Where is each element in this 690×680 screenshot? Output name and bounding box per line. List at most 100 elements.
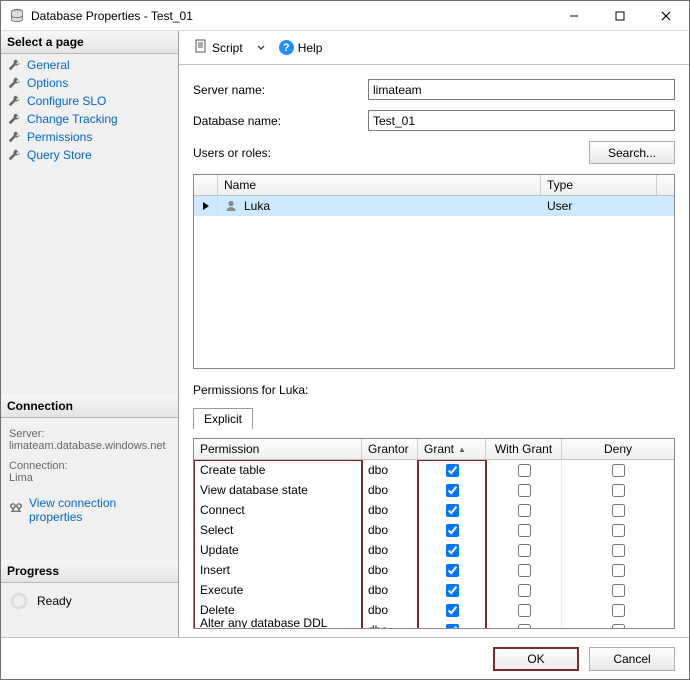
window-title: Database Properties - Test_01 [31, 9, 193, 23]
perm-cell-permission: Alter any database DDL trigger [194, 620, 362, 628]
row-indicator-icon [203, 202, 209, 210]
main-panel: Script ? Help Server name: Database name… [179, 31, 689, 637]
sidebar-item-general[interactable]: General [1, 56, 178, 74]
checkbox[interactable] [446, 624, 459, 629]
connection-value: Lima [9, 472, 170, 484]
connection-header: Connection [1, 395, 178, 418]
checkbox[interactable] [446, 544, 459, 557]
sidebar-item-label[interactable]: Permissions [27, 130, 92, 144]
checkbox[interactable] [612, 544, 625, 557]
perm-cell-deny [562, 500, 674, 520]
perm-cell-grant [418, 520, 486, 540]
perm-cell-grantor: dbo [362, 460, 418, 480]
checkbox[interactable] [612, 464, 625, 477]
user-icon [224, 199, 238, 213]
checkbox[interactable] [518, 464, 531, 477]
sidebar-item-change-tracking[interactable]: Change Tracking [1, 110, 178, 128]
checkbox[interactable] [446, 584, 459, 597]
checkbox[interactable] [518, 624, 531, 629]
checkbox[interactable] [612, 484, 625, 497]
perm-col-deny[interactable]: Deny [562, 439, 674, 459]
search-button[interactable]: Search... [589, 141, 675, 164]
users-grid: Name Type LukaUser [193, 174, 675, 369]
script-dropdown[interactable] [254, 40, 268, 56]
checkbox[interactable] [612, 624, 625, 629]
perm-cell-grant [418, 580, 486, 600]
checkbox[interactable] [446, 604, 459, 617]
view-connection-properties[interactable]: View connection properties [1, 490, 178, 530]
tab-explicit[interactable]: Explicit [193, 408, 253, 429]
perm-cell-with-grant [486, 560, 562, 580]
perm-col-with-grant[interactable]: With Grant [486, 439, 562, 459]
users-row[interactable]: LukaUser [194, 196, 674, 216]
sidebar-item-label[interactable]: Options [27, 76, 68, 90]
connection-icon [9, 502, 23, 519]
perm-cell-grantor: dbo [362, 500, 418, 520]
users-or-roles-label: Users or roles: [193, 146, 271, 160]
perm-cell-permission: Execute [194, 580, 362, 600]
sidebar-item-label[interactable]: Change Tracking [27, 112, 118, 126]
checkbox[interactable] [612, 604, 625, 617]
checkbox[interactable] [518, 564, 531, 577]
checkbox[interactable] [518, 544, 531, 557]
checkbox[interactable] [446, 484, 459, 497]
checkbox[interactable] [446, 504, 459, 517]
sidebar-item-label[interactable]: General [27, 58, 70, 72]
perm-cell-with-grant [486, 480, 562, 500]
perm-cell-permission: Select [194, 520, 362, 540]
perm-cell-grant [418, 500, 486, 520]
sidebar-item-options[interactable]: Options [1, 74, 178, 92]
perm-cell-grant [418, 540, 486, 560]
chevron-down-icon [257, 44, 265, 52]
checkbox[interactable] [518, 604, 531, 617]
perm-cell-deny [562, 600, 674, 620]
perm-cell-with-grant [486, 600, 562, 620]
permissions-for-label: Permissions for Luka: [193, 383, 675, 397]
users-col-name[interactable]: Name [218, 175, 541, 195]
server-name-input[interactable] [368, 79, 675, 100]
perm-cell-deny [562, 620, 674, 628]
close-button[interactable] [643, 1, 689, 31]
perm-cell-grant [418, 480, 486, 500]
checkbox[interactable] [446, 464, 459, 477]
script-icon [194, 39, 208, 56]
checkbox[interactable] [612, 524, 625, 537]
perm-cell-grant [418, 620, 486, 628]
cancel-button[interactable]: Cancel [589, 647, 675, 671]
perm-col-grant[interactable]: Grant▲ [418, 439, 486, 459]
checkbox[interactable] [612, 584, 625, 597]
checkbox[interactable] [518, 584, 531, 597]
database-name-input[interactable] [368, 110, 675, 131]
checkbox[interactable] [612, 504, 625, 517]
page-list: General Options Configure SLO Change Tracki… [1, 54, 178, 166]
database-icon [9, 8, 25, 24]
ok-button[interactable]: OK [493, 647, 579, 671]
view-connection-properties-link[interactable]: View connection properties [29, 496, 170, 524]
sidebar-item-configure-slo[interactable]: Configure SLO [1, 92, 178, 110]
connection-label: Connection: [9, 460, 170, 472]
sidebar-item-query-store[interactable]: Query Store [1, 146, 178, 164]
perm-cell-grant [418, 560, 486, 580]
users-col-type[interactable]: Type [541, 175, 657, 195]
script-button[interactable]: Script [187, 35, 250, 60]
progress-row: Ready [1, 583, 178, 619]
checkbox[interactable] [446, 524, 459, 537]
checkbox[interactable] [446, 564, 459, 577]
sidebar-item-label[interactable]: Query Store [27, 148, 92, 162]
maximize-button[interactable] [597, 1, 643, 31]
checkbox[interactable] [612, 564, 625, 577]
perm-col-permission[interactable]: Permission [194, 439, 362, 459]
perm-cell-deny [562, 480, 674, 500]
help-button[interactable]: ? Help [272, 36, 330, 59]
checkbox[interactable] [518, 504, 531, 517]
minimize-button[interactable] [551, 1, 597, 31]
perm-cell-permission: View database state [194, 480, 362, 500]
sidebar-item-label[interactable]: Configure SLO [27, 94, 106, 108]
perm-cell-deny [562, 580, 674, 600]
sidebar-item-permissions[interactable]: Permissions [1, 128, 178, 146]
perm-cell-grantor: dbo [362, 600, 418, 620]
checkbox[interactable] [518, 484, 531, 497]
database-name-row: Database name: [193, 110, 675, 131]
checkbox[interactable] [518, 524, 531, 537]
perm-col-grantor[interactable]: Grantor [362, 439, 418, 459]
